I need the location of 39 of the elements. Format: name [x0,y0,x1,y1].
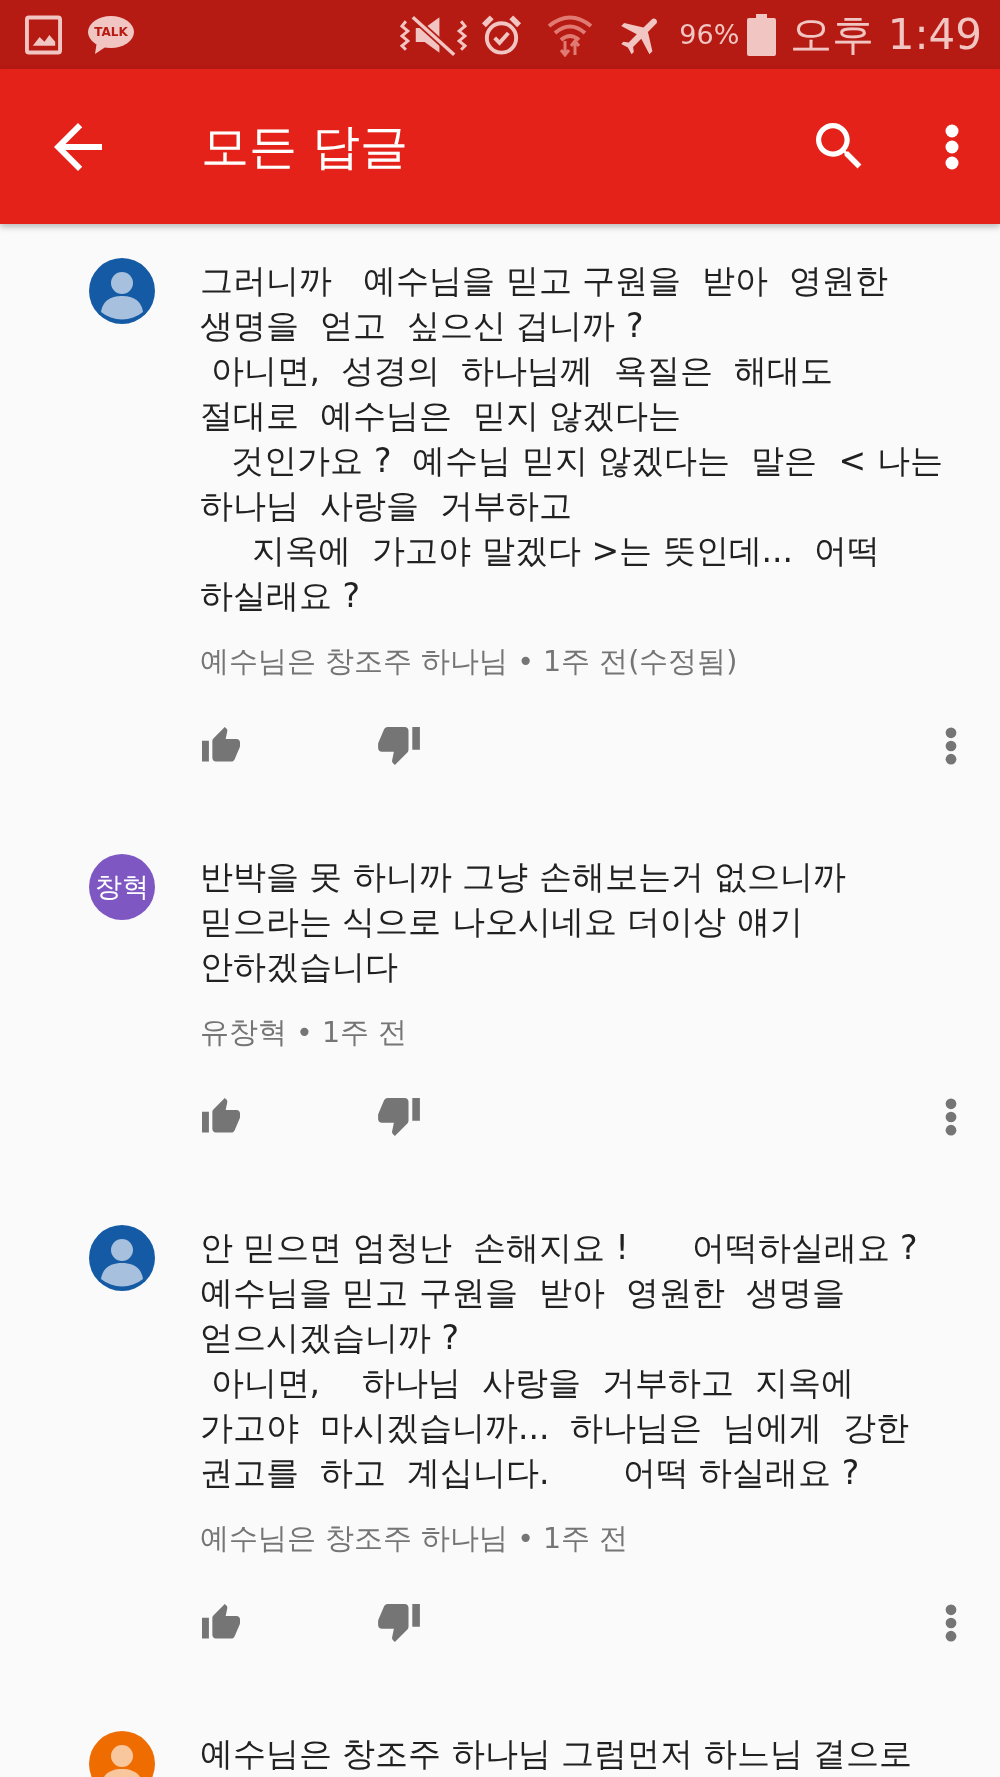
more-options-button[interactable] [944,123,960,170]
dislike-button[interactable] [378,1098,420,1136]
comment-meta: 예수님은 창조주 하나님 • 1주 전 [200,1521,630,1557]
battery-percent: 96% [679,19,740,50]
thumbs-up-icon [200,1604,242,1642]
thumbs-down-icon [378,1098,420,1136]
comment-text: 예수님은 창조주 하나님 그럼먼저 하느님 곁으로 [200,1733,914,1775]
back-arrow-icon [54,122,102,171]
back-button[interactable] [54,122,102,171]
page-title: 모든 답글 [201,116,410,176]
thumbs-down-icon [378,727,420,765]
more-button[interactable] [944,1098,958,1136]
search-button[interactable] [816,122,864,171]
dislike-button[interactable] [378,727,420,765]
more-button[interactable] [944,1604,958,1642]
more-vert-icon [944,727,958,765]
search-icon [816,122,864,171]
thumbs-down-icon [378,1604,420,1642]
comment-meta: 예수님은 창조주 하나님 • 1주 전(수정됨) [200,644,739,680]
thumbs-up-icon [200,727,242,765]
like-button[interactable] [200,727,242,765]
comment-text: 안 믿으면 엄청난 손해지요 ! 어떡하실래요 ? 예수님을 믿고 구원을 받아 영원한 생명을 얻으시겠습니까 ? 아니면, 하나님 사랑을 거부하고 지옥에 가고야 마시겠습니까... 하나님은 님에게 강한 권고를 하고 계십니다. 어떡 하실래요 ? [200,1227,919,1494]
gallery-icon [25,14,62,55]
avatar-initials: 창혁 [89,854,155,920]
chat-notification: TALK [87,14,135,55]
dislike-button[interactable] [378,1604,420,1642]
comment-text: 그러니까 예수님을 믿고 구원을 받아 영원한 생명을 얻고 싶으신 겁니까 ? 아니면, 성경의 하나님께 욕질은 해대도 절대로 예수님은 믿지 않겠다는 것인가요 ? 예수님 믿지 않겠다는 말은 < 나는 하나님 사랑을 거부하고 지옥에 가고야 말겠다 >는 뜻인데... 어떡 하실래요 ? [200,260,944,617]
comment-meta: 유창혁 • 1주 전 [200,1015,409,1051]
more-vert-icon [944,1604,958,1642]
like-button[interactable] [200,1098,242,1136]
more-vert-icon [944,1098,958,1136]
like-button[interactable] [200,1604,242,1642]
comment-text: 반박을 못 하니까 그냥 손해보는거 없으니까 믿으라는 식으로 나오시네요 더이상 얘기 안하겠습니다 [200,856,848,988]
more-button[interactable] [944,727,958,765]
thumbs-up-icon [200,1098,242,1136]
wifi-icon [547,12,594,57]
more-vert-icon [944,123,960,170]
clock-time: 오후 1:49 [790,8,982,61]
battery-icon [747,13,777,56]
